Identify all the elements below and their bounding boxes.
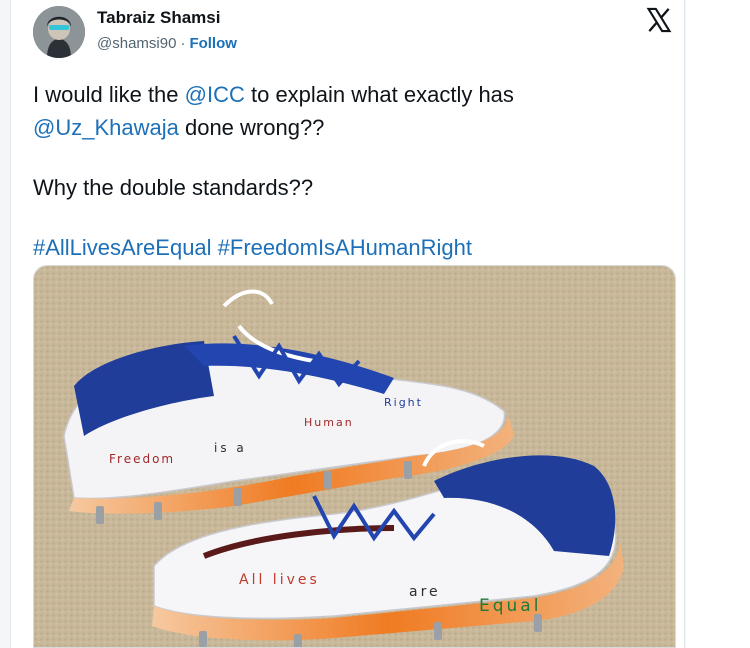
shoe-text-are: are [409,584,441,600]
tweet-line-1: I would like the @ICC to explain what ex… [33,78,673,111]
avatar[interactable] [33,6,85,58]
text-segment: I would like the [33,82,185,107]
text-segment: to explain what exactly has [244,82,514,107]
tweet-text: I would like the @ICC to explain what ex… [33,78,673,264]
handle-row: @shamsi90 · Follow [97,35,237,52]
tweet-line-2: @Uz_Khawaja done wrong?? [33,111,673,144]
page-margin [686,0,750,648]
shoe-text-all-lives: All lives [239,572,320,588]
shoe-text-equal: Equal [479,596,541,616]
shoe-text-is-a: is a [214,441,247,455]
hashtag-all-lives-are-equal[interactable]: #AllLivesAreEqual [33,235,212,260]
shoe-text-human: Human [304,416,354,429]
separator: · [180,35,186,52]
text-segment: done wrong?? [178,115,325,140]
mention-uz-khawaja[interactable]: @Uz_Khawaja [33,115,179,140]
tweet-media-image[interactable]: Freedom is a Human Right All lives are E… [33,265,676,648]
shoe-text-freedom: Freedom [109,452,175,466]
author-name[interactable]: Tabraiz Shamsi [97,8,220,28]
author-handle[interactable]: @shamsi90 [97,35,176,52]
tweet-card: Tabraiz Shamsi @shamsi90 · Follow I would … [10,0,685,648]
hashtag-freedom-is-a-human-right[interactable]: #FreedomIsAHumanRight [218,235,472,260]
x-logo-icon[interactable] [645,6,673,34]
tweet-line-3: Why the double standards?? [33,175,314,200]
mention-icc[interactable]: @ICC [185,82,245,107]
shoe-text-right: Right [384,396,423,409]
hashtag-line: #AllLivesAreEqual #FreedomIsAHumanRight [33,231,673,264]
follow-button[interactable]: Follow [189,35,237,52]
